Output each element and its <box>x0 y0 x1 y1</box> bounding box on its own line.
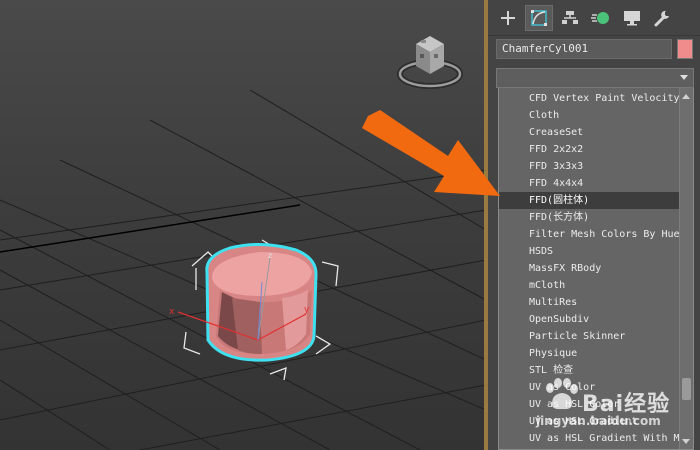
modify-curve-icon <box>531 10 547 26</box>
command-panel-tabs <box>488 0 700 36</box>
modifier-item[interactable]: mCloth <box>499 277 679 294</box>
scroll-down-arrow-icon[interactable] <box>682 439 690 444</box>
modifier-item-highlighted[interactable]: FFD(圆柱体) <box>499 192 679 209</box>
tab-modify[interactable] <box>525 5 553 31</box>
modifier-item[interactable]: STL 检查 <box>499 362 679 379</box>
display-monitor-icon <box>624 11 640 26</box>
modifier-item[interactable]: Cloth <box>499 107 679 124</box>
modifier-item[interactable]: Physique <box>499 345 679 362</box>
modifier-item[interactable]: Filter Mesh Colors By Hue <box>499 226 679 243</box>
modifier-item[interactable]: FFD 2x2x2 <box>499 141 679 158</box>
tab-motion[interactable] <box>587 5 615 31</box>
tab-display[interactable] <box>618 5 646 31</box>
modifier-item[interactable]: CFD Vertex Paint Velocity <box>499 90 679 107</box>
hierarchy-icon <box>562 11 578 24</box>
modifier-item[interactable]: UV as Color <box>499 379 679 396</box>
object-name-field[interactable]: ChamferCyl001 <box>496 39 672 59</box>
gizmo-x-label: x <box>169 307 175 317</box>
modifier-item[interactable]: UV as HSL Color <box>499 396 679 413</box>
tab-utilities[interactable] <box>649 5 677 31</box>
modifier-item[interactable]: Particle Skinner <box>499 328 679 345</box>
scroll-up-arrow-icon[interactable] <box>682 94 690 99</box>
modifier-item[interactable]: CreaseSet <box>499 124 679 141</box>
modifier-dropdown-list[interactable]: CFD Vertex Paint Velocity Cloth CreaseSe… <box>498 88 694 450</box>
dropdown-scrollbar[interactable] <box>679 88 693 449</box>
modifier-item[interactable]: OpenSubdiv <box>499 311 679 328</box>
modifier-items: CFD Vertex Paint Velocity Cloth CreaseSe… <box>499 90 679 447</box>
gizmo-y-label: y <box>304 305 310 315</box>
modifier-item[interactable]: FFD(长方体) <box>499 209 679 226</box>
modifier-item[interactable]: UV as HSL Gradient With M <box>499 430 679 447</box>
modifier-item[interactable]: FFD 4x4x4 <box>499 175 679 192</box>
perspective-viewport[interactable]: z x y <box>0 0 486 450</box>
plus-icon <box>501 11 515 25</box>
modifier-item[interactable]: MassFX RBody <box>499 260 679 277</box>
wrench-icon <box>654 10 669 27</box>
modifier-item[interactable]: HSDS <box>499 243 679 260</box>
modifier-list-select[interactable] <box>496 68 694 88</box>
tab-create[interactable] <box>494 5 522 31</box>
chamfer-cylinder-object[interactable] <box>205 242 318 362</box>
object-color-swatch[interactable] <box>677 39 693 59</box>
command-panel: ChamferCyl001 CFD Vertex Paint Velocity … <box>488 0 700 450</box>
motion-icon <box>591 12 609 24</box>
tab-hierarchy[interactable] <box>556 5 584 31</box>
modifier-item[interactable]: UV as HSL Gradient <box>499 413 679 430</box>
viewcube-icon[interactable] <box>394 30 466 92</box>
modifier-item[interactable]: MultiRes <box>499 294 679 311</box>
gizmo-z-label: z <box>268 251 272 260</box>
scrollbar-thumb[interactable] <box>682 378 691 400</box>
modifier-item[interactable]: FFD 3x3x3 <box>499 158 679 175</box>
chevron-down-icon <box>680 75 688 80</box>
